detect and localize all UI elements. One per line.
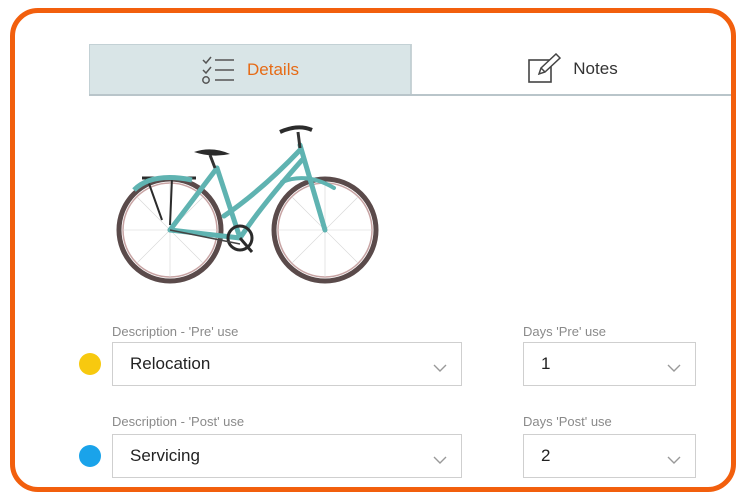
post-days-label: Days 'Post' use [523, 414, 612, 429]
tab-notes[interactable]: Notes [411, 44, 731, 94]
checklist-icon [201, 55, 235, 85]
pre-days-value: 1 [541, 354, 551, 373]
chevron-down-icon [433, 358, 447, 378]
tab-details-label: Details [247, 59, 299, 79]
post-description-value: Servicing [130, 446, 200, 465]
chevron-down-icon [433, 450, 447, 470]
edit-note-icon [527, 53, 562, 85]
post-days-value: 2 [541, 446, 551, 465]
bicycle-image [112, 120, 392, 293]
post-description-label: Description - 'Post' use [112, 414, 245, 429]
pre-days-label: Days 'Pre' use [523, 324, 606, 339]
post-description-select[interactable]: Servicing [112, 434, 462, 478]
pre-description-value: Relocation [130, 354, 211, 373]
post-use-indicator [79, 445, 101, 467]
pre-days-select[interactable]: 1 [523, 342, 696, 386]
pre-use-indicator [79, 353, 101, 375]
pre-description-select[interactable]: Relocation [112, 342, 462, 386]
tab-bar: Details Notes [89, 44, 731, 96]
chevron-down-icon [667, 450, 681, 470]
card-frame: Details Notes Description - 'Pre' use Re… [10, 8, 736, 492]
tab-details[interactable]: Details [89, 44, 411, 94]
tab-notes-label: Notes [573, 59, 618, 78]
post-days-select[interactable]: 2 [523, 434, 696, 478]
chevron-down-icon [667, 358, 681, 378]
pre-description-label: Description - 'Pre' use [112, 324, 239, 339]
